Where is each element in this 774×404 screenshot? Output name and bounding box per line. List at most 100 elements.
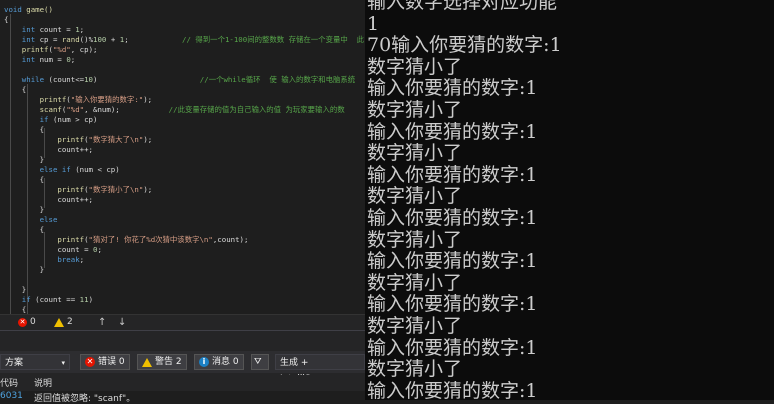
warnings-filter-button[interactable]: 警告 2	[137, 354, 187, 370]
code-token: +	[106, 35, 120, 44]
code-token: game()	[21, 5, 53, 14]
code-token: count =	[35, 25, 76, 34]
build-filter-dropdown[interactable]: 生成 + IntelliSense	[275, 354, 365, 384]
code-token: "%d"	[52, 45, 71, 54]
info-icon: i	[199, 357, 209, 367]
code-line[interactable]: {	[4, 85, 26, 95]
errors-filter-button[interactable]: ✕ 错误 0	[80, 354, 130, 370]
code-token: count++;	[4, 145, 93, 154]
code-line[interactable]: printf("数字猜大了\n");	[4, 135, 152, 145]
code-line[interactable]: count++;	[4, 195, 93, 205]
code-line[interactable]: while (count<=10) //一个while循环 使 输入的数字和电脑…	[4, 75, 355, 85]
console-line: 输入你要猜的数字:1	[367, 293, 538, 316]
warning-icon	[142, 357, 152, 367]
col-code-header[interactable]: 代码	[0, 376, 18, 389]
code-line[interactable]: printf("输入你要猜的数字:");	[4, 95, 153, 105]
code-line[interactable]: {	[4, 305, 26, 314]
code-line[interactable]: if (num > cp)	[4, 115, 98, 125]
code-token: printf	[4, 235, 85, 244]
error-list-toolbar: 方案 ▾ ✕ 错误 0 警告 2 i 消息 0 ⛛ 生成 + IntelliSe…	[0, 351, 365, 384]
code-line[interactable]: int cp = rand()%100 + 1; // 得到一个1-100间的整…	[4, 35, 364, 45]
code-line[interactable]: {	[4, 225, 44, 235]
code-token: scanf	[4, 105, 62, 114]
code-token: ;	[97, 245, 102, 254]
code-token: ;	[79, 25, 85, 34]
code-token: ()%	[79, 35, 94, 44]
code-token: (count ==	[30, 295, 80, 304]
code-token: ;	[70, 55, 76, 64]
code-token: {	[4, 85, 27, 94]
code-token: if	[4, 295, 31, 304]
code-token: //一个while循环 使 输入的数字和电脑系统	[97, 75, 356, 84]
console-line: 数字猜小了	[367, 358, 463, 381]
code-token: else if	[4, 165, 71, 174]
filter-icon[interactable]: ⛛	[251, 354, 269, 370]
code-token: int	[4, 55, 36, 64]
code-token: ,count);	[212, 235, 249, 244]
code-token: );	[143, 95, 153, 104]
funnel-icon: ⛛	[254, 357, 262, 367]
code-token: "猜对了! 你花了%d次猜中该数字\n"	[88, 235, 213, 244]
code-token: }	[4, 285, 27, 294]
code-line[interactable]: else	[4, 215, 58, 225]
code-token: (count<=	[44, 75, 85, 84]
code-line[interactable]: int count = 1;	[4, 25, 84, 35]
code-token: {	[4, 305, 27, 314]
code-token: count =	[4, 245, 93, 254]
code-line[interactable]: int num = 0;	[4, 55, 75, 65]
error-count: 0	[30, 317, 36, 327]
scope-label: 方案	[5, 358, 24, 368]
code-line[interactable]: {	[4, 125, 44, 135]
code-line[interactable]: if (count == 11)	[4, 295, 93, 305]
code-token: (num > cp)	[48, 115, 98, 124]
warning-icon	[54, 317, 64, 327]
nav-next-icon[interactable]: ↓	[118, 317, 126, 328]
code-token: cp =	[35, 35, 62, 44]
code-token: ;	[79, 255, 85, 264]
code-line[interactable]: void game()	[4, 5, 53, 15]
code-token: 11	[79, 295, 89, 304]
code-token: 100	[93, 35, 107, 44]
code-line[interactable]: }	[4, 155, 44, 165]
error-list-header: 代码 说明	[0, 375, 365, 389]
code-token: printf	[4, 95, 67, 104]
code-line[interactable]: }	[4, 265, 44, 275]
code-line[interactable]: }	[4, 285, 26, 295]
code-token: , cp);	[70, 45, 98, 54]
chevron-down-icon: ▾	[61, 359, 65, 367]
console-line: 70输入你要猜的数字:1	[367, 34, 562, 57]
scope-dropdown[interactable]: 方案 ▾	[0, 354, 70, 370]
code-token: "数字猜小了\n"	[88, 185, 144, 194]
code-editor[interactable]: void game(){ int count = 1; int cp = ran…	[0, 0, 365, 314]
console-line: 数字猜小了	[367, 315, 463, 337]
code-line[interactable]: {	[4, 175, 44, 185]
error-icon: ✕	[85, 357, 95, 367]
nav-prev-icon[interactable]: ↑	[98, 317, 106, 328]
code-token: count++;	[4, 195, 93, 204]
code-line[interactable]: count++;	[4, 145, 93, 155]
code-line[interactable]: scanf("%d", &num); //此变量存储的值为自己输入的值 为玩家要…	[4, 105, 345, 115]
error-count-indicator[interactable]: ✕ 0	[18, 317, 36, 327]
messages-filter-button[interactable]: i 消息 0	[194, 354, 244, 370]
code-token: "%d"	[66, 105, 85, 114]
code-line[interactable]: }	[4, 205, 44, 215]
code-line[interactable]: else if (num < cp)	[4, 165, 120, 175]
col-desc-header[interactable]: 说明	[34, 376, 52, 389]
warning-count: 2	[67, 317, 73, 327]
warning-count-indicator[interactable]: 2	[54, 317, 73, 327]
code-token: {	[4, 175, 45, 184]
code-line[interactable]: printf("%d", cp);	[4, 45, 98, 55]
code-token: num =	[35, 55, 67, 64]
code-token: 10	[84, 75, 93, 84]
code-token: }	[4, 265, 45, 274]
code-token: }	[4, 155, 45, 164]
code-line[interactable]: printf("猜对了! 你花了%d次猜中该数字\n",count);	[4, 235, 248, 245]
code-line[interactable]: printf("数字猜小了\n");	[4, 185, 152, 195]
console-line: 输入你要猜的数字:1	[367, 120, 538, 143]
code-line[interactable]: break;	[4, 255, 84, 265]
code-line[interactable]: count = 0;	[4, 245, 102, 255]
console-window[interactable]: 输入数字选择对应功能 1 70输入你要猜的数字:1 数字猜小了 输入你要猜的数字:1 数字…	[365, 0, 774, 400]
code-line[interactable]: {	[4, 15, 8, 25]
console-line: 输入你要猜的数字:1	[367, 379, 538, 400]
error-list-row[interactable]: 6031 返回值被忽略: "scanf"。	[0, 391, 365, 404]
